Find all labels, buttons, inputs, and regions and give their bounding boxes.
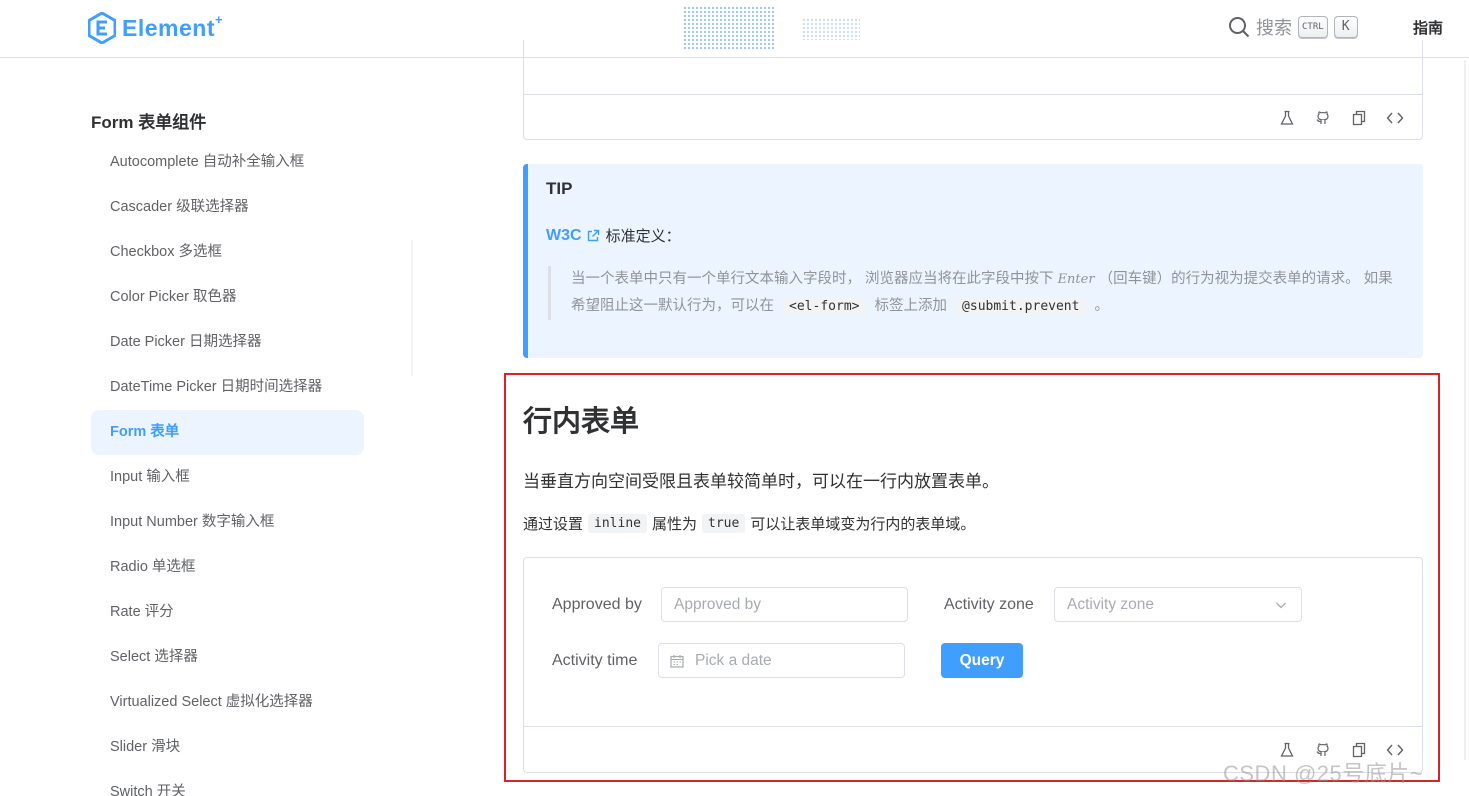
approved-by-input[interactable]: Approved by (661, 587, 908, 622)
section-description: 当垂直方向空间受限且表单较简单时，可以在一行内放置表单。 (523, 472, 999, 491)
sidebar-item-date-picker[interactable]: Date Picker 日期选择器 (91, 320, 364, 365)
sidebar-group-title: Form 表单组件 (91, 113, 207, 132)
element-logo[interactable]: Element + (88, 12, 223, 44)
sidebar-item-input[interactable]: Input 输入框 (91, 455, 364, 500)
sidebar-item-select[interactable]: Select 选择器 (91, 635, 364, 680)
chevron-down-icon (1276, 602, 1286, 609)
element-logo-icon (88, 12, 116, 44)
quote-part-1: 当一个表单中只有一个单行文本输入字段时， 浏览器应当将在此字段中按下 (571, 271, 1054, 287)
desc2-part-1: 通过设置 (523, 516, 584, 533)
demo-toolbar (524, 94, 1422, 139)
tip-callout: TIP W3C 标准定义： 当一个表单中只有一个单行文本输入字段时， 浏览器应当… (523, 164, 1423, 358)
calendar-icon (670, 655, 684, 668)
approved-by-label: Approved by (552, 596, 642, 613)
desc2-part-3: 可以让表单域变为行内的表单域。 (750, 516, 976, 533)
page-scrollbar[interactable] (1464, 60, 1466, 760)
sidebar-divider (411, 240, 413, 376)
sidebar-nav: Autocomplete 自动补全输入框 Cascader 级联选择器 Chec… (91, 140, 364, 796)
copy-icon[interactable] (1350, 109, 1368, 127)
header-decoration-small (802, 18, 860, 40)
sidebar-item-checkbox[interactable]: Checkbox 多选框 (91, 230, 364, 275)
desc2-part-2: 属性为 (651, 516, 697, 533)
search-button[interactable]: 搜索 CTRL K (1228, 14, 1358, 40)
inline-form-demo: Approved by Approved by Activity zone Ac… (523, 557, 1423, 773)
activity-time-label: Activity time (552, 652, 638, 669)
flask-icon[interactable] (1278, 109, 1296, 127)
logo-plus: + (214, 11, 223, 27)
search-icon (1229, 17, 1250, 38)
activity-zone-label: Activity zone (944, 596, 1034, 613)
nav-guide-link[interactable]: 指南 (1413, 17, 1443, 38)
sidebar-item-form[interactable]: Form 表单 (91, 410, 364, 455)
quote-part-3: 标签上添加 (874, 298, 948, 314)
k-key-hint: K (1333, 16, 1358, 38)
sidebar-item-virtualized-select[interactable]: Virtualized Select 虚拟化选择器 (91, 680, 364, 725)
sidebar-item-datetime-picker[interactable]: DateTime Picker 日期时间选择器 (91, 365, 364, 410)
tip-line: W3C 标准定义： (546, 225, 681, 246)
section-title: 行内表单 (523, 406, 640, 438)
sidebar-item-color-picker[interactable]: Color Picker 取色器 (91, 275, 364, 320)
watermark: CSDN @25号底片~ (1223, 761, 1424, 786)
quote-code-el-form: <el-form> (783, 297, 866, 316)
ctrl-key-hint: CTRL (1298, 16, 1328, 38)
quote-enter-key: Enter (1057, 272, 1095, 287)
query-button[interactable]: Query (941, 643, 1023, 678)
search-label: 搜索 (1256, 18, 1292, 38)
sidebar-item-switch[interactable]: Switch 开关 (91, 770, 364, 796)
quote-code-submit-prevent: @submit.prevent (956, 297, 1086, 316)
logo-text: Element (122, 14, 215, 41)
activity-zone-placeholder: Activity zone (1067, 596, 1155, 613)
sidebar-item-input-number[interactable]: Input Number 数字输入框 (91, 500, 364, 545)
sidebar-item-slider[interactable]: Slider 滑块 (91, 725, 364, 770)
sidebar-item-cascader[interactable]: Cascader 级联选择器 (91, 185, 364, 230)
sidebar-item-autocomplete[interactable]: Autocomplete 自动补全输入框 (91, 140, 364, 185)
code-inline: inline (588, 514, 647, 533)
github-icon[interactable] (1314, 109, 1332, 127)
tip-line-text: 标准定义： (605, 228, 681, 245)
quote-part-4: 。 (1094, 298, 1109, 314)
section-description-inline: 通过设置 inline 属性为 true 可以让表单域变为行内的表单域。 (523, 513, 975, 534)
previous-demo-card (523, 40, 1423, 140)
w3c-link[interactable]: W3C (546, 227, 582, 245)
tip-title: TIP (546, 179, 573, 198)
sidebar-item-rate[interactable]: Rate 评分 (91, 590, 364, 635)
activity-time-placeholder: Pick a date (695, 652, 772, 669)
code-true: true (702, 514, 746, 533)
sidebar-item-radio[interactable]: Radio 单选框 (91, 545, 364, 590)
approved-by-placeholder: Approved by (674, 596, 762, 613)
external-link-icon (587, 229, 599, 241)
activity-time-datepicker[interactable]: Pick a date (658, 643, 905, 678)
tip-quote: 当一个表单中只有一个单行文本输入字段时， 浏览器应当将在此字段中按下 Enter… (548, 266, 1404, 320)
code-icon[interactable] (1386, 109, 1404, 127)
activity-zone-select[interactable]: Activity zone (1054, 587, 1302, 622)
